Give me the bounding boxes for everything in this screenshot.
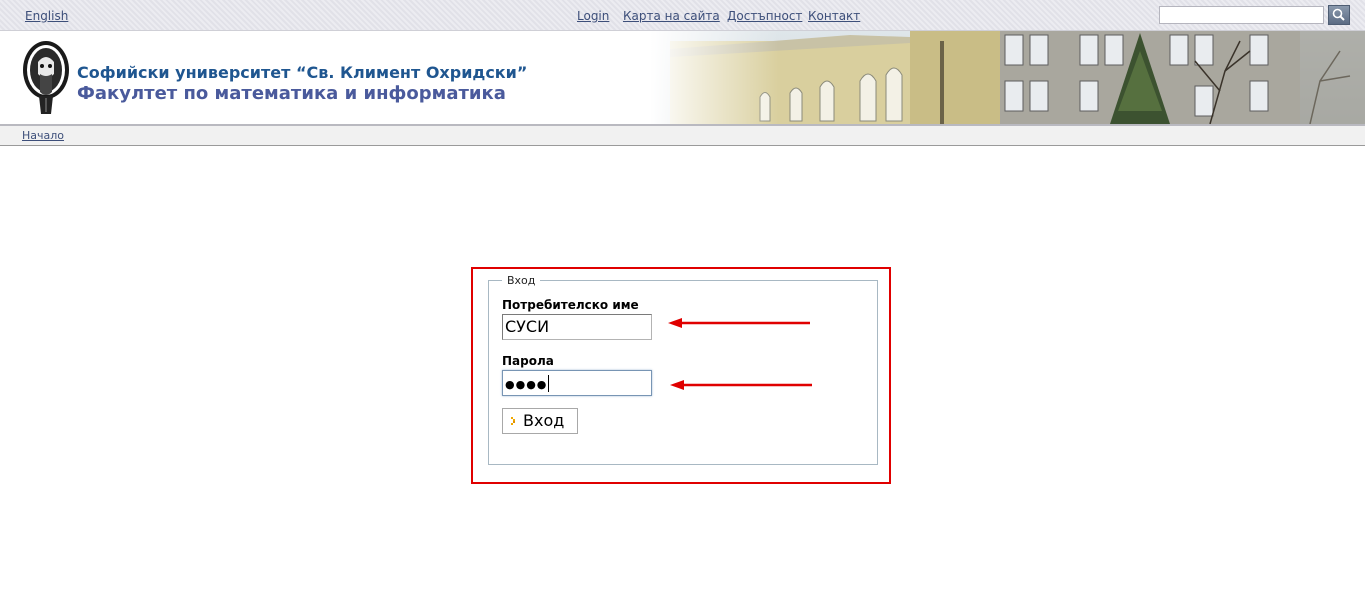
faculty-name: Факултет по математика и информатика	[77, 83, 506, 104]
site-header: Софийски университет “Св. Климент Охридс…	[0, 31, 1365, 126]
login-submit-label: Вход	[523, 411, 565, 430]
username-value: СУСИ	[505, 317, 550, 336]
username-field[interactable]: СУСИ	[502, 314, 652, 340]
nav-link-accessibility[interactable]: Достъпност	[727, 9, 802, 23]
annotation-arrow-username	[668, 318, 810, 328]
language-link[interactable]: English	[25, 9, 68, 23]
password-masked-value: ●●●●	[505, 378, 548, 391]
university-name: Софийски университет “Св. Климент Охридс…	[77, 63, 528, 82]
breadcrumb-home[interactable]: Начало	[22, 129, 64, 142]
building-photo	[650, 31, 1365, 124]
annotation-arrow-password	[670, 380, 812, 390]
university-seal-icon[interactable]	[22, 40, 70, 116]
password-field[interactable]: ●●●●	[502, 370, 652, 396]
search-button[interactable]	[1328, 5, 1350, 25]
top-bar: English Login Карта на сайта Достъпност …	[0, 0, 1365, 31]
nav-link-login[interactable]: Login	[577, 9, 609, 23]
nav-link-sitemap[interactable]: Карта на сайта	[623, 9, 720, 23]
breadcrumb: Начало	[0, 126, 1365, 146]
login-submit-button[interactable]: Вход	[502, 408, 578, 434]
magnifier-icon	[1332, 8, 1345, 21]
text-caret	[548, 375, 550, 392]
username-label: Потребителско име	[502, 298, 639, 312]
arrow-bullet-icon	[511, 417, 515, 425]
nav-link-contact[interactable]: Контакт	[808, 9, 860, 23]
login-legend: Вход	[507, 274, 536, 287]
password-label: Парола	[502, 354, 554, 368]
search-input[interactable]	[1159, 6, 1324, 24]
